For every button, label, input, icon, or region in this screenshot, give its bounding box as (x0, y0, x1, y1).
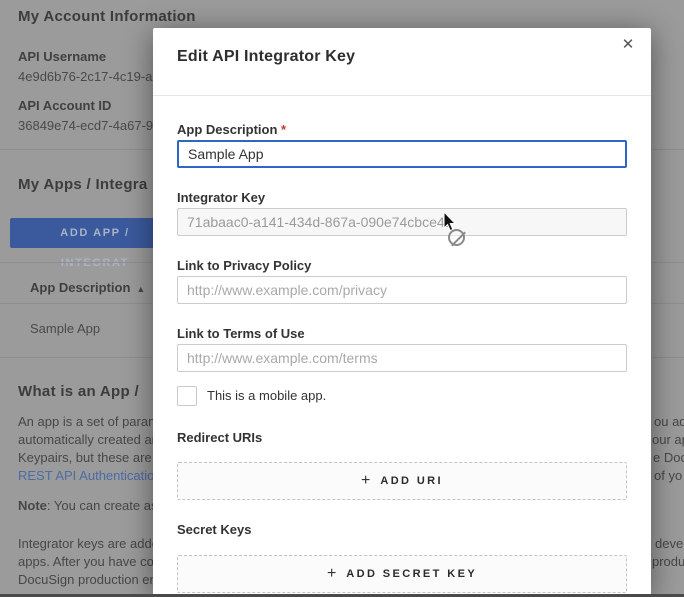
my-apps-heading: My Apps / Integra (18, 176, 148, 193)
info2-line-2: apps. After you have com (18, 554, 165, 569)
table-row[interactable]: Sample App (30, 321, 100, 336)
add-uri-button[interactable]: + ADD URI (177, 462, 627, 500)
what-is-app-heading: What is an App / (18, 383, 139, 400)
mobile-app-checkbox-label: This is a mobile app. (207, 388, 326, 403)
info2-line-3: DocuSign production ent (18, 572, 160, 587)
privacy-policy-input[interactable] (177, 276, 627, 304)
api-account-id-value: 36849e74-ecd7-4a67-9d (18, 118, 160, 133)
redirect-uris-label: Redirect URIs (177, 430, 262, 445)
note-rest: : You can create as (47, 498, 158, 513)
info2-line-1-right: deve (655, 536, 683, 551)
api-username-label: API Username (18, 49, 106, 64)
info-line-1: An app is a set of parame (18, 414, 166, 429)
api-account-id-label: API Account ID (18, 98, 111, 113)
plus-icon: + (327, 565, 336, 583)
info-line-1-right: ou ad (654, 414, 684, 429)
add-secret-key-button-label: ADD SECRET KEY (346, 568, 477, 580)
modal-header-divider (153, 95, 651, 96)
integrator-key-label: Integrator Key (177, 190, 265, 205)
table-header-label: App Description (30, 280, 130, 295)
info2-line-2-right: produ (652, 554, 684, 569)
info-line-2-right: our ap (652, 432, 684, 447)
terms-of-use-label: Link to Terms of Use (177, 326, 305, 341)
modal-title: Edit API Integrator Key (177, 48, 355, 66)
info-line-3: Keypairs, but these are d (18, 450, 163, 465)
terms-of-use-input[interactable] (177, 344, 627, 372)
info2-line-1: Integrator keys are added (18, 536, 166, 551)
required-asterisk: * (281, 122, 286, 137)
close-icon: ✕ (622, 36, 635, 53)
table-header-app-description[interactable]: App Description ▲ (30, 279, 145, 297)
rest-api-authentication-link[interactable]: REST API Authentication (18, 468, 162, 483)
mobile-app-checkbox[interactable] (177, 386, 197, 406)
close-button[interactable]: ✕ (613, 30, 643, 60)
info-line-2: automatically created and (18, 432, 166, 447)
note-line: Note: You can create as (18, 498, 157, 513)
edit-api-integrator-key-modal: Edit API Integrator Key ✕ App Descriptio… (153, 28, 651, 597)
app-description-label-text: App Description (177, 122, 277, 137)
info-line-4-right: of yo (654, 468, 682, 483)
app-description-input[interactable] (177, 140, 627, 168)
info-line-3-right: e Docu (653, 450, 684, 465)
integrator-key-input (177, 208, 627, 236)
note-bold: Note (18, 498, 47, 513)
add-secret-key-button[interactable]: + ADD SECRET KEY (177, 555, 627, 593)
sort-asc-icon: ▲ (136, 284, 145, 294)
screen: My Account Information API Username 4e9d… (0, 0, 684, 597)
add-uri-button-label: ADD URI (380, 475, 443, 487)
app-description-label: App Description * (177, 122, 286, 137)
account-info-heading: My Account Information (18, 8, 196, 25)
secret-keys-label: Secret Keys (177, 522, 251, 537)
privacy-policy-label: Link to Privacy Policy (177, 258, 311, 273)
api-username-value: 4e9d6b76-2c17-4c19-a2 (18, 69, 160, 84)
plus-icon: + (361, 472, 370, 490)
